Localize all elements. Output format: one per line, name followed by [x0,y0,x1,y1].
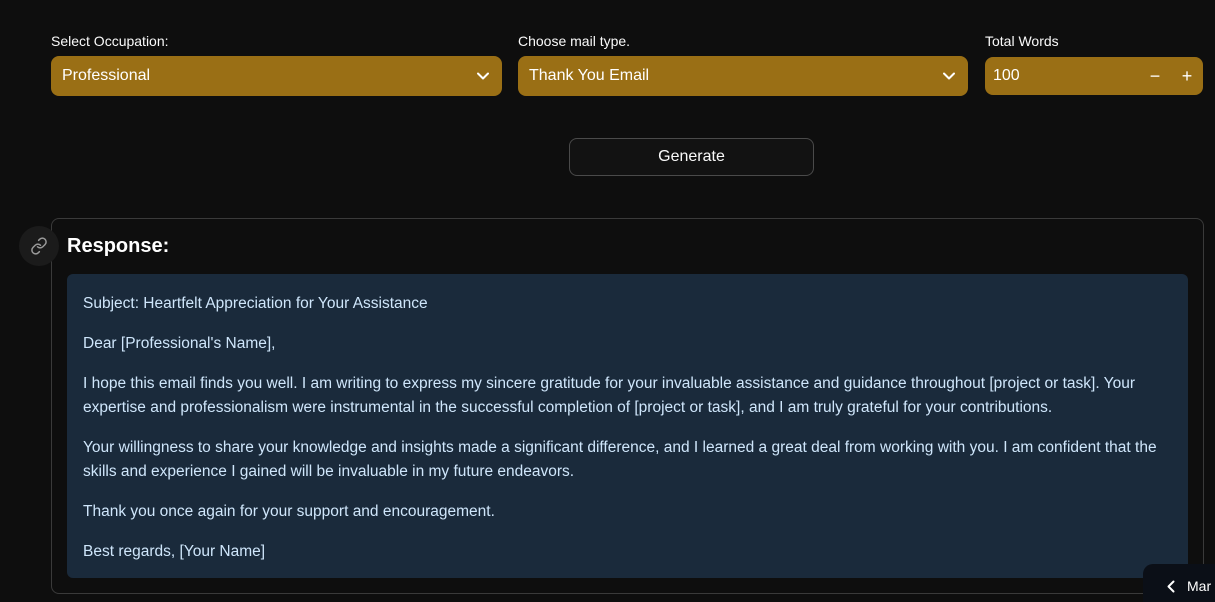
response-text-area: Subject: Heartfelt Appreciation for Your… [67,274,1188,578]
total-words-stepper: 100 − + [985,57,1203,95]
link-icon[interactable] [19,226,59,266]
response-paragraph: Your willingness to share your knowledge… [83,439,1157,480]
decrement-button[interactable]: − [1139,57,1171,95]
response-greeting: Dear [Professional's Name], [83,335,276,352]
response-paragraph: Thank you once again for your support an… [83,503,495,520]
mail-type-value: Thank You Email [529,67,650,84]
occupation-value: Professional [62,67,151,84]
occupation-select[interactable]: Professional [51,56,502,96]
response-paragraph: I hope this email finds you well. I am w… [83,375,1135,416]
app-main: Select Occupation: Professional Choose m… [0,0,1215,602]
response-signoff: Best regards, [Your Name] [83,543,266,560]
generate-button[interactable]: Generate [569,138,814,176]
mail-type-label: Choose mail type. [518,33,631,49]
chevron-left-icon [1167,580,1175,593]
chevron-down-icon [942,69,956,83]
occupation-label: Select Occupation: [51,33,169,49]
mail-type-select[interactable]: Thank You Email [518,56,968,96]
side-tab-label: Mar [1187,578,1212,594]
total-words-label: Total Words [985,33,1059,49]
side-panel-tab[interactable]: Mar [1143,564,1215,602]
response-subject: Subject: Heartfelt Appreciation for Your… [83,295,428,312]
increment-button[interactable]: + [1171,57,1203,95]
chevron-down-icon [476,69,490,83]
response-title: Response: [67,235,170,257]
total-words-input[interactable]: 100 [993,67,1139,85]
